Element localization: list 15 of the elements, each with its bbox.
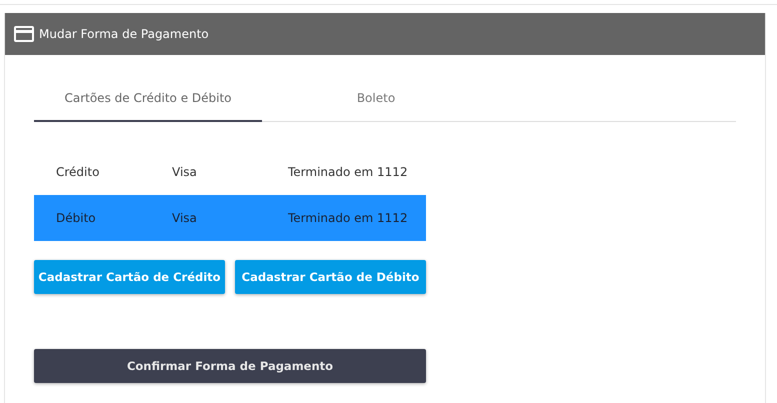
credit-card-icon xyxy=(14,26,34,42)
card-row[interactable]: Débito Visa Terminado em 1112 xyxy=(34,195,426,241)
tab[interactable]: Cartões de Crédito e Débito xyxy=(34,75,262,122)
card-type: Débito xyxy=(55,211,97,225)
card-ending: Terminado em 1112 xyxy=(288,165,408,179)
card-row[interactable]: Crédito Visa Terminado em 1112 xyxy=(34,149,426,195)
card-type: Crédito xyxy=(55,165,100,179)
tab[interactable]: Boleto xyxy=(262,75,490,122)
panel-title: Mudar Forma de Pagamento xyxy=(39,27,209,41)
add-card-button[interactable]: Cadastrar Cartão de Crédito xyxy=(34,260,225,294)
card-ending: Terminado em 1112 xyxy=(288,211,408,225)
card-brand: Visa xyxy=(172,165,198,179)
add-card-button[interactable]: Cadastrar Cartão de Débito xyxy=(235,260,426,294)
card-brand: Visa xyxy=(172,211,198,225)
confirm-button[interactable]: Confirmar Forma de Pagamento xyxy=(34,349,426,383)
